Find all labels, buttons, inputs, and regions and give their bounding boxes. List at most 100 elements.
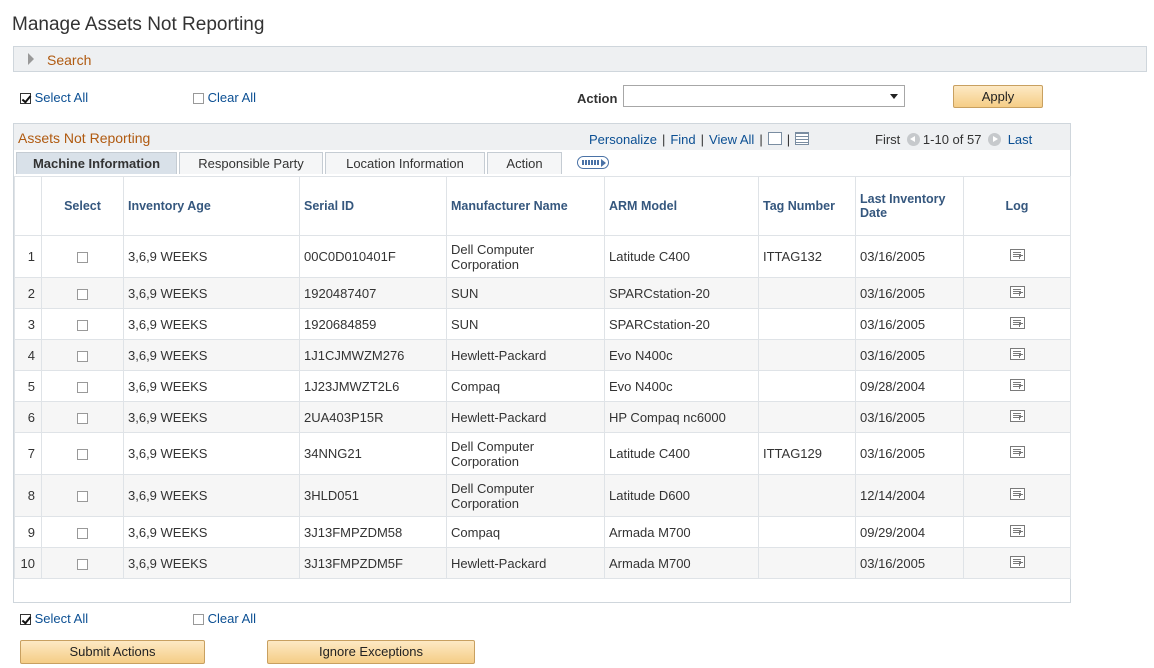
submit-actions-button[interactable]: Submit Actions — [20, 640, 205, 664]
log-cell — [963, 339, 1071, 371]
inventory-age-cell: 3,6,9 WEEKS — [123, 401, 300, 433]
log-icon[interactable] — [1009, 249, 1025, 261]
log-icon[interactable] — [1009, 409, 1025, 422]
personalize-link[interactable]: Personalize — [589, 132, 657, 147]
serial-id-cell: 3J13FMPZDM58 — [299, 516, 447, 548]
manufacturer-cell: Hewlett-Packard — [446, 339, 605, 371]
row-select-checkbox[interactable] — [77, 558, 88, 570]
select-all-link[interactable]: Select All — [35, 90, 88, 105]
row-select-checkbox[interactable] — [77, 381, 88, 393]
manufacturer-cell: SUN — [446, 308, 605, 340]
arm-model-cell: Evo N400c — [604, 370, 759, 402]
log-icon[interactable] — [1009, 285, 1025, 298]
table-row: 7 3,6,9 WEEKS 34NNG21 Dell Computer Corp… — [14, 432, 1071, 475]
tag-number-cell: ITTAG129 — [758, 432, 856, 475]
row-select-checkbox[interactable] — [77, 527, 88, 539]
checkbox-icon[interactable] — [193, 93, 204, 105]
row-select-cell — [41, 308, 124, 340]
next-circle-icon[interactable] — [988, 133, 1002, 146]
log-icon[interactable] — [1009, 524, 1025, 537]
arm-model-cell: Latitude C400 — [604, 235, 759, 278]
row-select-checkbox[interactable] — [77, 491, 88, 503]
last-inventory-date-cell: 03/16/2005 — [855, 308, 964, 340]
checkbox-icon[interactable] — [193, 614, 204, 626]
select-all-bottom[interactable]: Select All — [20, 611, 88, 626]
log-cell — [963, 370, 1071, 402]
pager-last[interactable]: Last — [1008, 132, 1033, 147]
manufacturer-cell: Dell Computer Corporation — [446, 235, 605, 278]
tab-action[interactable]: Action — [487, 152, 562, 174]
clear-all-bottom[interactable]: Clear All — [193, 611, 256, 626]
last-inventory-date-cell: 03/16/2005 — [855, 401, 964, 433]
row-number: 2 — [14, 277, 42, 309]
inventory-age-cell: 3,6,9 WEEKS — [123, 339, 300, 371]
new-window-icon[interactable] — [767, 132, 782, 145]
row-select-cell — [41, 235, 124, 278]
search-label[interactable]: Search — [47, 52, 91, 68]
tab-location-information[interactable]: Location Information — [325, 152, 485, 174]
arm-model-cell: Latitude D600 — [604, 474, 759, 517]
row-select-checkbox[interactable] — [77, 350, 88, 362]
row-select-checkbox[interactable] — [77, 412, 88, 424]
row-select-cell — [41, 432, 124, 475]
ignore-exceptions-button[interactable]: Ignore Exceptions — [267, 640, 475, 664]
row-select-checkbox[interactable] — [77, 449, 88, 461]
grid-download-icon[interactable] — [795, 132, 810, 145]
action-dropdown[interactable] — [623, 85, 905, 107]
table-row: 10 3,6,9 WEEKS 3J13FMPZDM5F Hewlett-Pack… — [14, 547, 1071, 579]
table-row: 4 3,6,9 WEEKS 1J1CJMWZM276 Hewlett-Packa… — [14, 339, 1071, 371]
row-select-cell — [41, 370, 124, 402]
checkbox-checked-icon[interactable] — [20, 93, 31, 105]
clear-all-top[interactable]: Clear All — [193, 90, 256, 105]
log-icon[interactable] — [1009, 488, 1025, 500]
serial-id-cell: 1920684859 — [299, 308, 447, 340]
show-all-columns-icon[interactable] — [577, 156, 609, 169]
log-icon[interactable] — [1009, 347, 1025, 360]
row-number: 7 — [14, 432, 42, 475]
log-cell — [963, 432, 1071, 475]
column-header-tag-number: Tag Number — [758, 176, 856, 236]
manufacturer-cell: Dell Computer Corporation — [446, 432, 605, 475]
pager-first: First — [875, 132, 901, 147]
clear-all-link[interactable]: Clear All — [208, 611, 256, 626]
row-select-checkbox[interactable] — [77, 252, 88, 264]
log-icon[interactable] — [1009, 316, 1025, 329]
row-select-cell — [41, 277, 124, 309]
row-select-checkbox[interactable] — [77, 288, 88, 300]
last-inventory-date-cell: 03/16/2005 — [855, 432, 964, 475]
view-all-link[interactable]: View All — [709, 132, 754, 147]
prev-circle-icon[interactable] — [906, 133, 920, 146]
serial-id-cell: 3HLD051 — [299, 474, 447, 517]
tag-number-cell — [758, 308, 856, 340]
tab-machine-information[interactable]: Machine Information — [16, 152, 177, 174]
last-inventory-date-cell: 03/16/2005 — [855, 277, 964, 309]
row-select-cell — [41, 474, 124, 517]
search-collapsible[interactable]: Search — [13, 46, 1147, 72]
find-link[interactable]: Find — [670, 132, 695, 147]
select-all-top[interactable]: Select All — [20, 90, 88, 105]
log-icon[interactable] — [1009, 378, 1025, 391]
arm-model-cell: Evo N400c — [604, 339, 759, 371]
tab-responsible-party[interactable]: Responsible Party — [179, 152, 323, 174]
manufacturer-cell: Hewlett-Packard — [446, 401, 605, 433]
last-inventory-date-cell: 03/16/2005 — [855, 235, 964, 278]
checkbox-checked-icon[interactable] — [20, 614, 31, 626]
row-number: 1 — [14, 235, 42, 278]
serial-id-cell: 00C0D010401F — [299, 235, 447, 278]
apply-button[interactable]: Apply — [953, 85, 1043, 108]
tag-number-cell — [758, 370, 856, 402]
log-icon[interactable] — [1009, 555, 1025, 568]
table-row: 8 3,6,9 WEEKS 3HLD051 Dell Computer Corp… — [14, 474, 1071, 517]
last-inventory-date-cell: 03/16/2005 — [855, 339, 964, 371]
column-header-last-inventory-date: Last Inventory Date — [855, 176, 964, 236]
chevron-down-icon — [890, 94, 898, 99]
select-all-link[interactable]: Select All — [35, 611, 88, 626]
column-header-log: Log — [963, 176, 1071, 236]
tag-number-cell — [758, 339, 856, 371]
serial-id-cell: 3J13FMPZDM5F — [299, 547, 447, 579]
row-select-checkbox[interactable] — [77, 319, 88, 331]
log-icon[interactable] — [1009, 446, 1025, 458]
arm-model-cell: HP Compaq nc6000 — [604, 401, 759, 433]
last-inventory-date-cell: 12/14/2004 — [855, 474, 964, 517]
clear-all-link[interactable]: Clear All — [208, 90, 256, 105]
